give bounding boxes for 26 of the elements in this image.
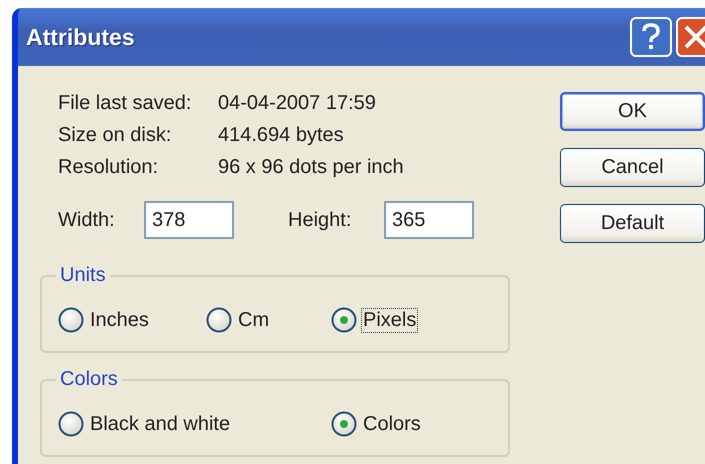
radio-button[interactable] [331, 411, 357, 437]
field-label: Height: [288, 208, 352, 232]
info-label: Resolution: [58, 156, 160, 179]
radio-button[interactable] [206, 307, 232, 333]
info-value: 04-04-2007 17:59 [218, 92, 376, 115]
dialog-button[interactable]: Default [560, 204, 705, 243]
dialog-button[interactable]: Cancel [560, 148, 705, 187]
info-label: File last saved: [58, 92, 192, 115]
input-field[interactable]: 365 [384, 201, 474, 239]
help-button[interactable] [630, 17, 672, 57]
option-label[interactable]: Pixels [361, 308, 418, 332]
info-label: Size on disk: [58, 124, 172, 147]
option-label[interactable]: Cm [236, 308, 272, 332]
dialog-button[interactable]: OK [560, 92, 705, 131]
radio-button[interactable] [58, 307, 84, 333]
input-field[interactable]: 378 [144, 201, 234, 239]
radio-button[interactable] [331, 307, 357, 333]
close-button[interactable] [676, 17, 705, 57]
window-title: Attributes [26, 24, 135, 50]
radio-button[interactable] [58, 411, 84, 437]
option-label[interactable]: Inches [88, 308, 151, 332]
option-label[interactable]: Colors [361, 412, 423, 436]
info-value: 96 x 96 dots per inch [218, 156, 404, 179]
field-label: Width: [58, 208, 116, 232]
info-value: 414.694 bytes [218, 124, 344, 147]
option-label[interactable]: Black and white [88, 412, 232, 436]
